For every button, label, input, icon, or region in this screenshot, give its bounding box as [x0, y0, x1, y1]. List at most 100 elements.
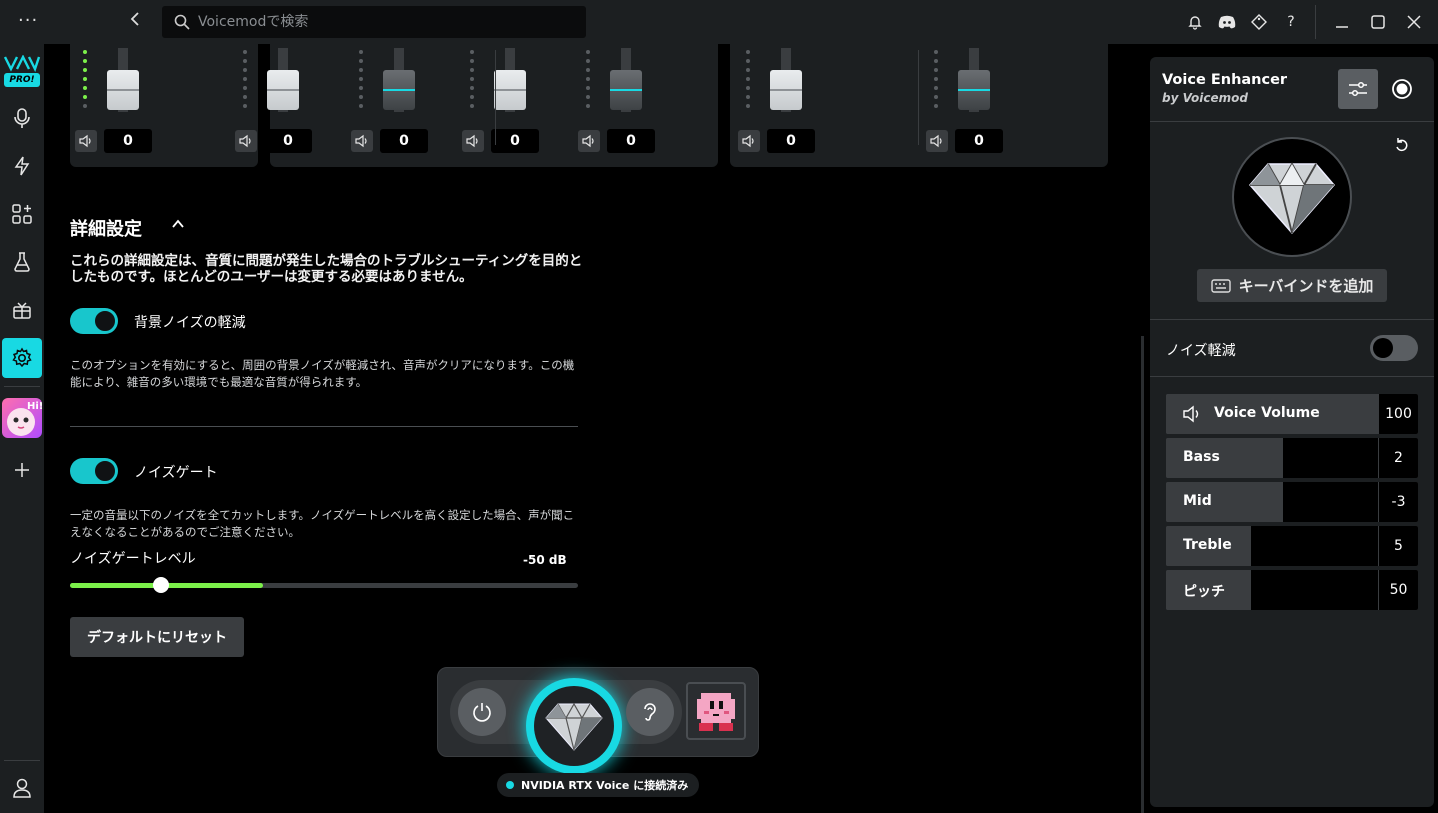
- more-menu-icon[interactable]: ···: [18, 10, 38, 31]
- param-value[interactable]: 5: [1378, 526, 1418, 566]
- voice-detail-panel: Voice Enhancer by Voicemod キーバインドを追加 ノイズ…: [1150, 57, 1434, 807]
- diamond-icon: [1249, 162, 1335, 235]
- search-input[interactable]: [198, 6, 578, 38]
- mixer-channel: 0: [733, 44, 843, 167]
- level-meter: [934, 50, 938, 113]
- channel-volume-value[interactable]: 0: [264, 129, 312, 153]
- voice-avatar-thumbnail[interactable]: [686, 682, 746, 740]
- noise-gate-toggle[interactable]: [70, 458, 118, 484]
- noise-reduction-label: 背景ノイズの軽減: [134, 315, 246, 331]
- channel-volume-value[interactable]: 0: [955, 129, 1003, 153]
- speaker-icon[interactable]: [578, 130, 600, 152]
- noise-gate-slider-thumb[interactable]: [153, 577, 169, 593]
- noise-gate-description: 一定の音量以下のノイズを全てカットします。ノイズゲートレベルを高く設定した場合、…: [70, 508, 575, 539]
- voice-dock: [437, 667, 759, 774]
- speaker-icon[interactable]: [351, 130, 373, 152]
- close-icon[interactable]: [1396, 0, 1432, 44]
- search-box[interactable]: [162, 6, 586, 38]
- fader-knob[interactable]: [267, 70, 299, 110]
- fader-knob[interactable]: [383, 70, 415, 110]
- voice-author: by Voicemod: [1162, 91, 1248, 105]
- channel-volume-value[interactable]: 0: [607, 129, 655, 153]
- add-keybind-button[interactable]: キーバインドを追加: [1197, 269, 1387, 302]
- apps-add-icon[interactable]: [2, 194, 42, 234]
- mixer-channel: 0: [457, 44, 567, 167]
- mixer-divider: [495, 50, 496, 145]
- param-slider-mid[interactable]: Mid -3: [1166, 482, 1418, 522]
- fader-knob[interactable]: [958, 70, 990, 110]
- noise-gate-level-label: ノイズゲートレベル: [70, 551, 196, 567]
- param-label: Voice Volume: [1214, 405, 1320, 421]
- level-meter: [746, 50, 750, 113]
- noise-reduction-toggle[interactable]: [70, 308, 118, 334]
- user-profile-icon[interactable]: [2, 768, 42, 808]
- param-value[interactable]: 100: [1378, 394, 1418, 434]
- status-dot: [506, 781, 514, 789]
- param-label: ピッチ: [1183, 584, 1225, 600]
- help-icon[interactable]: ?: [1275, 0, 1307, 44]
- connection-status-pill: NVIDIA RTX Voice に接続済み: [497, 773, 699, 797]
- level-meter: [586, 50, 590, 113]
- mixer-channel: 0: [346, 44, 456, 167]
- fader-knob[interactable]: [494, 70, 526, 110]
- hear-myself-ear-icon[interactable]: [626, 688, 674, 736]
- maximize-icon[interactable]: [1360, 0, 1396, 44]
- noise-reduction-panel-toggle[interactable]: [1370, 335, 1418, 361]
- record-icon[interactable]: [1388, 75, 1416, 103]
- fader-knob[interactable]: [770, 70, 802, 110]
- dock-controls: [450, 678, 682, 774]
- gift-store-icon[interactable]: [2, 290, 42, 330]
- level-meter: [243, 50, 247, 113]
- channel-volume-value[interactable]: 0: [767, 129, 815, 153]
- back-arrow-icon[interactable]: [130, 11, 140, 31]
- panel-divider: [1150, 121, 1434, 122]
- diamond-icon: [545, 702, 603, 751]
- level-meter: [359, 50, 363, 113]
- param-slider-bass[interactable]: Bass 2: [1166, 438, 1418, 478]
- fader-knob[interactable]: [107, 70, 139, 110]
- voice-title: Voice Enhancer: [1162, 72, 1288, 88]
- channel-volume-value[interactable]: 0: [104, 129, 152, 153]
- param-label: Treble: [1183, 537, 1232, 553]
- speaker-icon[interactable]: [75, 130, 97, 152]
- speaker-icon[interactable]: [926, 130, 948, 152]
- channel-volume-value[interactable]: 0: [491, 129, 539, 153]
- param-label: Mid: [1183, 493, 1212, 509]
- rail-divider: [4, 760, 40, 761]
- param-value[interactable]: 50: [1378, 570, 1418, 610]
- param-value[interactable]: 2: [1378, 438, 1418, 478]
- param-slider-ピッチ[interactable]: ピッチ 50: [1166, 570, 1418, 610]
- mixer-channel: 0: [70, 44, 180, 167]
- power-icon[interactable]: [458, 688, 506, 736]
- microphone-icon[interactable]: [2, 98, 42, 138]
- speaker-icon[interactable]: [235, 130, 257, 152]
- bell-icon[interactable]: [1179, 0, 1211, 44]
- speaker-icon[interactable]: [738, 130, 760, 152]
- param-slider-treble[interactable]: Treble 5: [1166, 526, 1418, 566]
- pro-badge: PRO!: [4, 73, 40, 87]
- titlebar-divider: [1315, 5, 1316, 39]
- speaker-icon[interactable]: [462, 130, 484, 152]
- fader-knob[interactable]: [610, 70, 642, 110]
- advanced-settings-description: これらの詳細設定は、音質に問題が発生した場合のトラブルシューティングを目的とした…: [70, 253, 583, 285]
- section-divider: [70, 426, 578, 427]
- scrollbar[interactable]: [1141, 336, 1144, 813]
- reset-default-button[interactable]: デフォルトにリセット: [70, 617, 244, 657]
- noise-gate-slider[interactable]: [70, 577, 578, 593]
- soundboard-bolt-icon[interactable]: [2, 146, 42, 186]
- param-slider-voice-volume[interactable]: Voice Volume 100: [1166, 394, 1418, 434]
- equalizer-sliders-icon[interactable]: [1338, 69, 1378, 109]
- discord-icon[interactable]: [1211, 0, 1243, 44]
- lab-flask-icon[interactable]: [2, 242, 42, 282]
- param-value[interactable]: -3: [1378, 482, 1418, 522]
- voice-enhancer-button[interactable]: [526, 678, 622, 774]
- hi-app-avatar[interactable]: Hi!: [2, 398, 42, 438]
- settings-gear-icon[interactable]: [2, 338, 42, 378]
- tag-icon[interactable]: [1243, 0, 1275, 44]
- chevron-up-icon[interactable]: [170, 216, 190, 236]
- add-plus-icon[interactable]: [2, 450, 42, 490]
- minimize-icon[interactable]: [1324, 0, 1360, 44]
- level-meter: [470, 50, 474, 113]
- channel-volume-value[interactable]: 0: [380, 129, 428, 153]
- undo-icon[interactable]: [1394, 137, 1414, 157]
